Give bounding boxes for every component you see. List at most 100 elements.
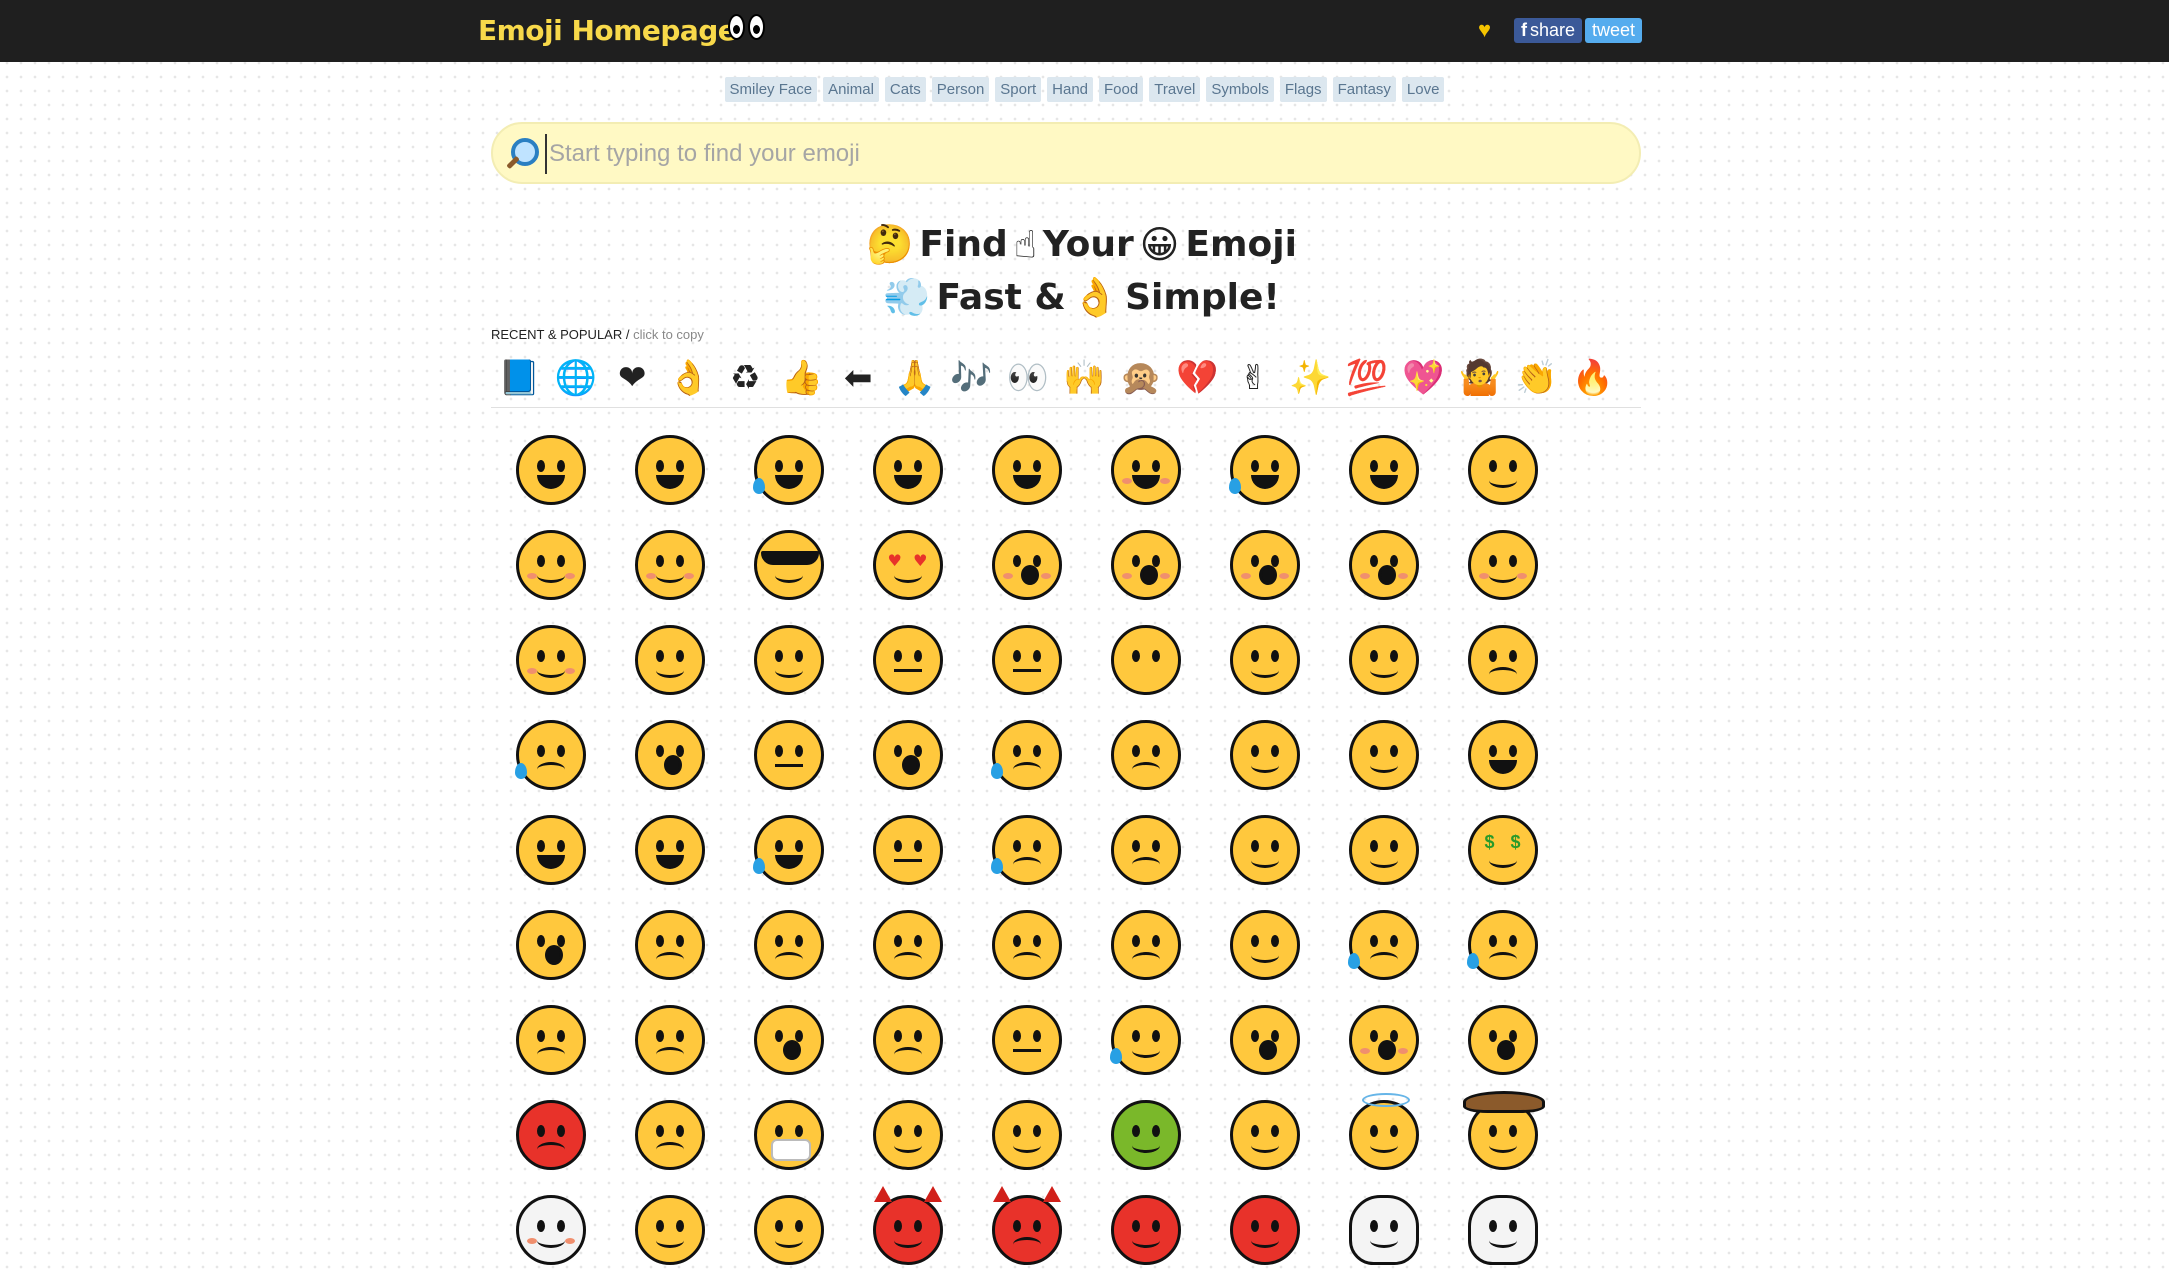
category-cats[interactable]: Cats — [884, 77, 926, 102]
recent-ok-hand-icon[interactable]: 👌 — [661, 355, 718, 401]
nauseated-face-cell[interactable] — [1086, 1087, 1205, 1182]
grinning-big-eyes-cell[interactable] — [967, 422, 1086, 517]
recent-book-icon[interactable]: 📘 — [491, 355, 548, 401]
angry-face-cell[interactable] — [610, 1087, 729, 1182]
slightly-smiling-face-cell[interactable] — [491, 612, 610, 707]
slightly-frowning-face-cell[interactable] — [729, 897, 848, 992]
confused-face-cell[interactable] — [1205, 802, 1324, 897]
winking-tongue-cell[interactable] — [491, 802, 610, 897]
sleepy-face-cell[interactable] — [967, 707, 1086, 802]
smiling-eyes-cell[interactable] — [491, 517, 610, 612]
heart-eyes-cell[interactable]: ♥ ♥ — [848, 517, 967, 612]
drooling-face-cell[interactable] — [729, 802, 848, 897]
face-with-mask-cell[interactable] — [729, 1087, 848, 1182]
loudly-crying-face-cell[interactable] — [1443, 897, 1562, 992]
tweet-button[interactable]: tweet — [1585, 18, 1643, 43]
grinning-face-cell[interactable] — [491, 422, 610, 517]
goblin-cell[interactable] — [1205, 1182, 1324, 1277]
weary-face-cell[interactable] — [848, 992, 967, 1087]
heart-icon[interactable]: ♥ — [1478, 17, 1491, 43]
rolling-eyes-cell[interactable] — [1205, 612, 1324, 707]
neutral-face-cell[interactable] — [848, 612, 967, 707]
category-hand[interactable]: Hand — [1047, 77, 1094, 102]
pouting-face-cell[interactable] — [491, 1087, 610, 1182]
screaming-face-cell[interactable] — [1205, 992, 1324, 1087]
thinking-face-cell[interactable] — [729, 612, 848, 707]
head-bandage-cell[interactable] — [967, 1087, 1086, 1182]
category-flags[interactable]: Flags — [1279, 77, 1327, 102]
thermometer-face-cell[interactable] — [848, 1087, 967, 1182]
brand-logo[interactable]: Emoji Homepage — [478, 14, 737, 47]
category-smiley-face[interactable]: Smiley Face — [724, 77, 818, 102]
recent-thumbs-up-icon[interactable]: 👍 — [774, 355, 831, 401]
fearful-face-cell[interactable] — [729, 992, 848, 1087]
category-food[interactable]: Food — [1099, 77, 1144, 102]
frowning-open-mouth-cell[interactable] — [491, 992, 610, 1087]
recent-music-notes-icon[interactable]: 🎶 — [943, 355, 1000, 401]
zipper-mouth-face-cell[interactable] — [729, 707, 848, 802]
recent-sparkling-heart-icon[interactable]: 💖 — [1395, 355, 1452, 401]
pensive-face-cell[interactable] — [1086, 802, 1205, 897]
worried-face-cell[interactable] — [1086, 897, 1205, 992]
smiling-sunglasses-cell[interactable] — [729, 517, 848, 612]
ogre-cell[interactable] — [1086, 1182, 1205, 1277]
search-input[interactable] — [545, 134, 1611, 174]
category-symbols[interactable]: Symbols — [1206, 77, 1274, 102]
recent-eyes-icon[interactable]: 👀 — [1000, 355, 1057, 401]
category-person[interactable]: Person — [931, 77, 990, 102]
hushed-face-2-cell[interactable] — [848, 707, 967, 802]
confounded-face-cell[interactable] — [848, 897, 967, 992]
category-animal[interactable]: Animal — [823, 77, 879, 102]
beaming-face-cell[interactable] — [610, 422, 729, 517]
downcast-sweat-cell[interactable] — [967, 802, 1086, 897]
squinting-tongue-cell[interactable] — [610, 802, 729, 897]
kissing-closed-eyes-cell[interactable] — [1324, 517, 1443, 612]
kissing-face-cell[interactable] — [1086, 517, 1205, 612]
disappointed-face-cell[interactable] — [967, 897, 1086, 992]
category-fantasy[interactable]: Fantasy — [1332, 77, 1396, 102]
recent-speak-no-evil-icon[interactable]: 🙊 — [1113, 355, 1170, 401]
rolling-on-floor-laughing-cell[interactable] — [848, 422, 967, 517]
kissing-smiling-eyes-cell[interactable] — [1205, 517, 1324, 612]
nerd-face-cell[interactable] — [729, 1182, 848, 1277]
face-blowing-kiss-cell[interactable] — [967, 517, 1086, 612]
angry-devil-cell[interactable] — [967, 1182, 1086, 1277]
recent-raised-hands-icon[interactable]: 🙌 — [1056, 355, 1113, 401]
face-savoring-food-cell[interactable] — [610, 517, 729, 612]
smiling-devil-cell[interactable] — [848, 1182, 967, 1277]
skull-crossbones-cell[interactable] — [1443, 1182, 1562, 1277]
crying-face-cell[interactable] — [1324, 897, 1443, 992]
sad-relieved-face-cell[interactable] — [491, 707, 610, 802]
astonished-face-cell[interactable] — [491, 897, 610, 992]
facebook-share-button[interactable]: f share — [1514, 18, 1583, 43]
hugging-face-cell[interactable] — [610, 612, 729, 707]
lying-face-cell[interactable] — [610, 1182, 729, 1277]
face-without-mouth-cell[interactable] — [1086, 612, 1205, 707]
upside-down-face-cell[interactable] — [1324, 802, 1443, 897]
face-with-steam-cell[interactable] — [1205, 897, 1324, 992]
tired-face-cell[interactable] — [1086, 707, 1205, 802]
expressionless-face-cell[interactable] — [967, 612, 1086, 707]
grinning-smiling-eyes-cell[interactable] — [1086, 422, 1205, 517]
category-sport[interactable]: Sport — [995, 77, 1042, 102]
smirking-face-cell[interactable] — [1324, 612, 1443, 707]
money-mouth-face-cell[interactable]: $ $ — [1443, 802, 1562, 897]
recent-broken-heart-icon[interactable]: 💔 — [1169, 355, 1226, 401]
recent-hundred-icon[interactable]: 💯 — [1339, 355, 1396, 401]
recent-fire-icon[interactable]: 🔥 — [1565, 355, 1622, 401]
recent-sparkles-icon[interactable]: ✨ — [1282, 355, 1339, 401]
recent-clap-icon[interactable]: 👏 — [1508, 355, 1565, 401]
category-travel[interactable]: Travel — [1149, 77, 1201, 102]
recent-shrug-icon[interactable]: 🤷 — [1452, 355, 1509, 401]
frowning-face-cell[interactable] — [610, 897, 729, 992]
face-with-tongue-cell[interactable] — [1443, 707, 1562, 802]
recent-globe-icon[interactable]: 🌐 — [548, 355, 605, 401]
sneezing-face-cell[interactable] — [1205, 1087, 1324, 1182]
skull-cell[interactable] — [1324, 1182, 1443, 1277]
cowboy-face-cell[interactable] — [1443, 1087, 1562, 1182]
anxious-sweat-cell[interactable] — [1086, 992, 1205, 1087]
hushed-face-cell[interactable] — [610, 707, 729, 802]
recent-victory-hand-icon[interactable]: ✌ — [1226, 355, 1283, 401]
grinning-sweat-cell[interactable] — [1205, 422, 1324, 517]
grimacing-face-cell[interactable] — [967, 992, 1086, 1087]
